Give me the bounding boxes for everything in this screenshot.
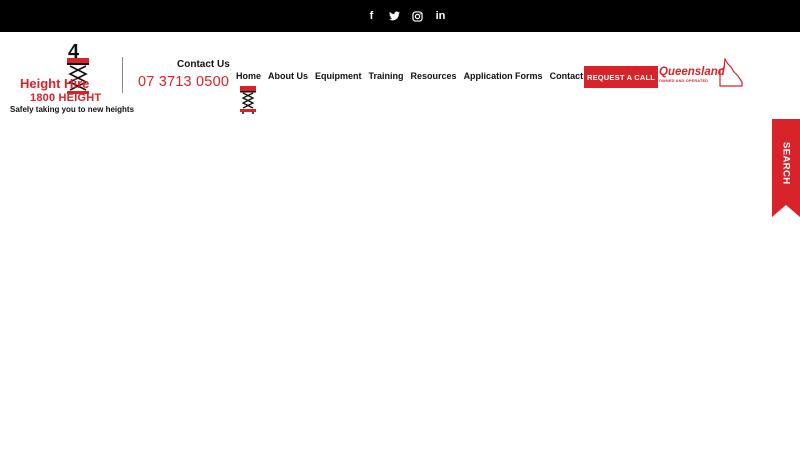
twitter-icon[interactable]	[383, 8, 406, 24]
nav-contact[interactable]: Contact	[550, 71, 584, 81]
request-call-button[interactable]: REQUEST A CALL	[584, 66, 658, 88]
nav-training[interactable]: Training	[369, 71, 404, 81]
facebook-icon[interactable]: f	[360, 8, 383, 24]
queensland-title: Queensland	[659, 66, 725, 78]
main-nav: Home About Us Equipment Training Resourc…	[236, 71, 583, 81]
nav-about-us[interactable]: About Us	[268, 71, 308, 81]
top-bar: f in	[0, 0, 800, 32]
site-header: 4 Height Hire 1800 HEIGHT Safely taking …	[0, 32, 800, 122]
search-tab[interactable]: SEARCH	[772, 119, 800, 217]
nav-home[interactable]: Home	[236, 71, 261, 81]
nav-application-forms[interactable]: Application Forms	[464, 71, 543, 81]
logo-brand: Height Hire	[20, 76, 90, 91]
scissor-lift-icon	[239, 86, 257, 114]
site-logo[interactable]: 4 Height Hire 1800 HEIGHT Safely taking …	[10, 36, 134, 116]
contact-label: Contact Us	[177, 59, 230, 70]
nav-resources[interactable]: Resources	[411, 71, 457, 81]
linkedin-icon[interactable]: in	[429, 8, 452, 24]
instagram-icon[interactable]	[406, 8, 429, 24]
social-links: f in	[360, 8, 452, 24]
queensland-badge: Queensland OWNED AND OPERATED	[658, 58, 744, 88]
search-tab-label: SEARCH	[780, 141, 792, 185]
nav-equipment[interactable]: Equipment	[315, 71, 362, 81]
contact-phone[interactable]: 07 3713 0500	[138, 74, 229, 90]
header-divider	[122, 57, 123, 93]
queensland-subtitle: OWNED AND OPERATED	[659, 79, 709, 83]
logo-phone: 1800 HEIGHT	[30, 92, 102, 104]
logo-tagline: Safely taking you to new heights	[10, 105, 135, 114]
